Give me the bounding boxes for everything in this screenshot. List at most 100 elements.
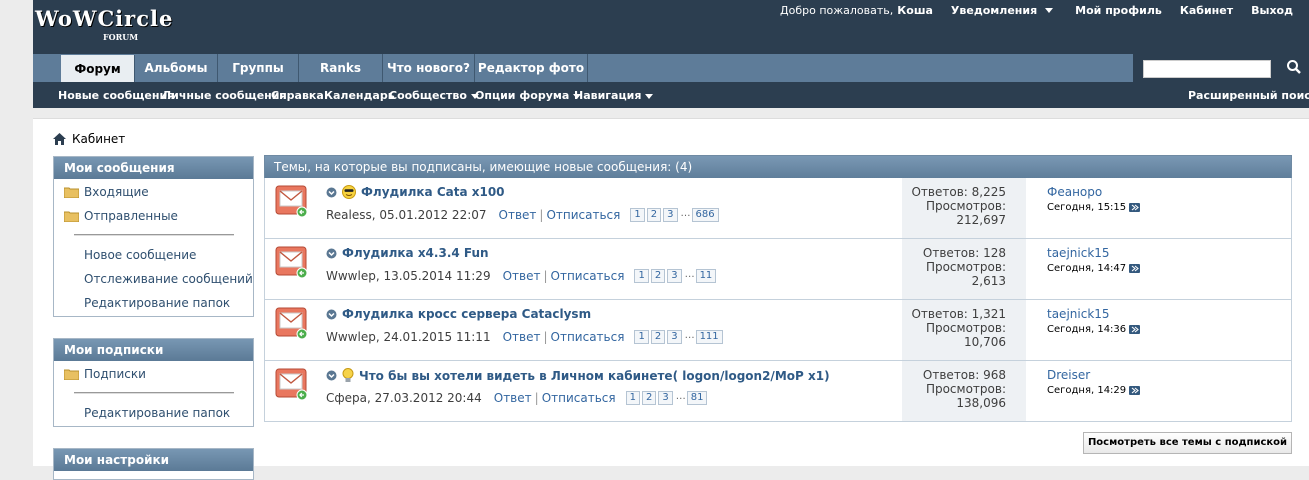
page-link[interactable]: 1 [625,391,640,405]
reply-link[interactable]: Ответ [494,391,532,405]
view-all-subscriptions-button[interactable]: Посмотреть все темы с подпиской [1083,432,1292,454]
sidebar-item-sent[interactable]: Отправленные [64,209,178,223]
folder-icon [64,211,79,222]
replies-label: Ответов: [911,307,968,321]
page-link[interactable]: 2 [641,391,657,405]
cabinet-link[interactable]: Кабинет [1180,4,1233,17]
go-to-first-unread-icon[interactable] [326,187,337,198]
replies-label: Ответов: [922,246,980,260]
page-link[interactable]: 3 [663,208,678,222]
last-page-link[interactable]: 11 [695,269,717,283]
last-page-link[interactable]: 111 [695,330,723,344]
go-to-first-unread-icon[interactable] [326,248,337,259]
page-link[interactable]: 1 [630,208,645,222]
home-icon[interactable] [53,133,66,145]
page-link[interactable]: 3 [658,391,673,405]
thread-start-date: 05.01.2012 22:07 [379,208,487,222]
unsubscribe-link[interactable]: Отписаться [551,269,625,283]
replies-label: Ответов: [922,368,980,382]
sidebar-item-inbox[interactable]: Входящие [64,185,149,199]
thread-meta: Wwwlep, 24.01.2015 11:11 Ответ | Отписаться… [326,330,725,344]
sidebar-item-edit-folders[interactable]: Редактирование папок [84,296,230,310]
subnav-calendar[interactable]: Календарь [324,89,395,102]
thread-title-link[interactable]: Флудилка x4.3.4 Fun [342,246,489,260]
tab-groups[interactable]: Группы [218,54,299,82]
page-link[interactable]: 2 [646,208,662,222]
thread-title-link[interactable]: Флудилка кросс сервера Cataclysm [342,307,591,321]
reply-link[interactable]: Ответ [503,269,541,283]
subnav-private-messages[interactable]: Личные сообщения [162,89,287,102]
logout-link[interactable]: Выход [1251,4,1293,17]
subnav-forum-options[interactable]: Опции форума [475,89,582,102]
advanced-search-link[interactable]: Расширенный поиск [1188,89,1309,102]
go-to-last-post-icon[interactable] [1129,325,1141,334]
tab-forum[interactable]: Форум [61,55,135,82]
go-to-first-unread-icon[interactable] [326,370,337,381]
go-to-first-unread-icon[interactable] [326,309,337,320]
thread-author[interactable]: Wwwlep [326,330,376,344]
thread-start-date: 13.05.2014 11:29 [383,269,491,283]
thread-title-row: Флудилка Cata x100 [326,185,505,199]
site-logo[interactable]: WoWCircle FORUM [33,4,193,46]
thread-stats: Ответов: 128 Просмотров: 2,613 [902,246,1006,288]
subnav-help[interactable]: Справка [271,89,324,102]
thread-author[interactable]: Realess [326,208,372,222]
page-link[interactable]: 3 [667,269,682,283]
last-post-time: Сегодня, 14:29 [1047,385,1127,396]
search-input[interactable] [1143,60,1271,78]
go-to-last-post-icon[interactable] [1129,203,1141,212]
tab-albums[interactable]: Альбомы [135,54,218,82]
unsubscribe-link[interactable]: Отписаться [542,391,616,405]
page-link[interactable]: 2 [650,269,666,283]
go-to-last-post-icon[interactable] [1129,264,1141,273]
last-page-link[interactable]: 686 [691,208,719,222]
reply-link[interactable]: Ответ [499,208,537,222]
chevron-down-icon [645,93,654,99]
thread-author[interactable]: Wwwlep [326,269,376,283]
thread-title-link[interactable]: Флудилка Cata x100 [361,185,505,199]
sidebar-item-tracking[interactable]: Отслеживание сообщений [84,272,253,286]
reply-link[interactable]: Ответ [503,330,541,344]
tab-photo-editor[interactable]: Редактор фото [475,54,588,82]
sidebar-item-label: Отправленные [84,209,178,223]
page-link[interactable]: 1 [634,269,649,283]
search-icon[interactable] [1286,59,1302,75]
subnav-forum-options-label: Опции форума [475,89,570,102]
page-link[interactable]: 2 [650,330,666,344]
tab-whats-new[interactable]: Что нового? [383,54,475,82]
last-page-link[interactable]: 81 [686,391,708,405]
breadcrumb: Кабинет [53,132,125,146]
subnav-navigation[interactable]: Навигация [574,89,654,102]
sidebar-item-new-message[interactable]: Новое сообщение [84,248,196,262]
subnav-community[interactable]: Сообщество [389,89,479,102]
search-area [1133,54,1309,82]
unsubscribe-link[interactable]: Отписаться [551,330,625,344]
tab-ranks[interactable]: Ranks [299,54,383,82]
sidebar-item-subs-edit-folders[interactable]: Редактирование папок [84,406,230,420]
pages-ellipsis: … [684,269,695,280]
page-link[interactable]: 1 [634,330,649,344]
last-post-time: Сегодня, 14:47 [1047,263,1127,274]
thread-status-icon [275,185,307,217]
sidebar-messages-title: Мои сообщения [54,157,253,179]
last-post-user[interactable]: Dreiser [1047,368,1140,383]
last-post-user[interactable]: Феаноро [1047,185,1140,200]
sidebar-item-subscriptions[interactable]: Подписки [64,367,146,381]
last-post-time: Сегодня, 15:15 [1047,202,1127,213]
unsubscribe-link[interactable]: Отписаться [546,208,620,222]
divider [74,392,234,393]
thread-author[interactable]: Сфера [326,391,367,405]
thread-pagination: 1 2 3… 686 [630,208,720,222]
separator: | [534,391,539,405]
subnav-new-posts[interactable]: Новые сообщения [58,89,174,102]
last-post-user[interactable]: taejnick15 [1047,246,1140,261]
page-link[interactable]: 3 [667,330,682,344]
views-label: Просмотров: [925,260,1006,274]
last-post-user[interactable]: taejnick15 [1047,307,1140,322]
thread-title-link[interactable]: Что бы вы хотели видеть в Личном кабинет… [359,369,830,383]
last-post-time-row: Сегодня, 14:29 [1047,383,1141,398]
username-link[interactable]: Коша [897,4,933,17]
notifications-menu[interactable]: Уведомления [951,4,1054,17]
my-profile-link[interactable]: Мой профиль [1075,4,1162,17]
go-to-last-post-icon[interactable] [1129,386,1141,395]
